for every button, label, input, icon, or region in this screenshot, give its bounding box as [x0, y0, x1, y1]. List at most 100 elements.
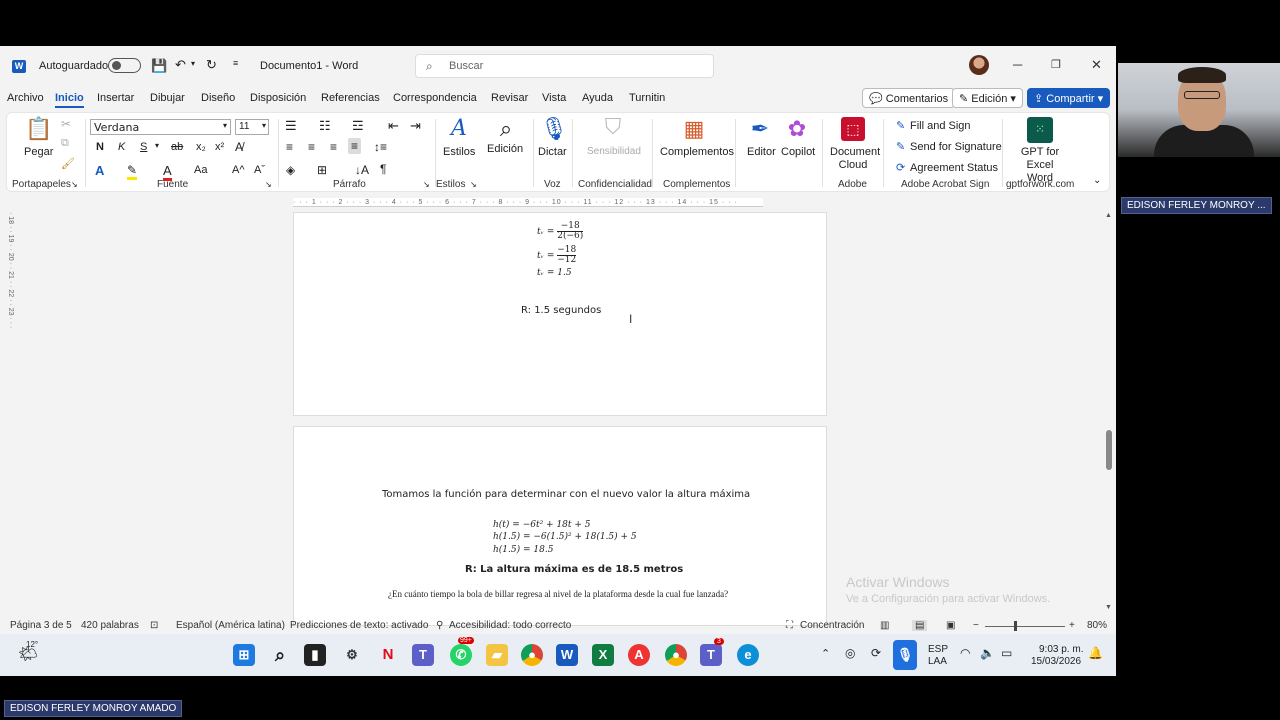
- bold-icon[interactable]: N: [96, 141, 104, 153]
- proofing-icon[interactable]: ⊡: [150, 620, 158, 631]
- text-predictions-status[interactable]: Predicciones de texto: activado: [290, 620, 428, 631]
- line-spacing-icon[interactable]: ↕≡: [374, 140, 387, 154]
- undo-dropdown-icon[interactable]: ▾: [191, 59, 195, 68]
- tab-vista[interactable]: Vista: [542, 92, 566, 104]
- tab-dibujar[interactable]: Dibujar: [150, 92, 185, 104]
- search-box[interactable]: ⌕ Buscar: [415, 54, 714, 78]
- zoom-out-icon[interactable]: −: [973, 620, 979, 631]
- editing-mode-button[interactable]: ✎ Edición ▾: [952, 88, 1023, 108]
- close-icon[interactable]: ✕: [1091, 57, 1102, 73]
- file-explorer-icon[interactable]: ▰: [486, 644, 508, 666]
- send-signature-button[interactable]: Send for Signature: [910, 141, 1002, 153]
- borders-icon[interactable]: ⊞: [317, 163, 327, 177]
- autosave-toggle[interactable]: [108, 58, 141, 73]
- sort-icon[interactable]: ↓A: [355, 163, 369, 177]
- styles-icon[interactable]: A: [444, 117, 474, 141]
- zoom-level[interactable]: 80%: [1087, 620, 1107, 631]
- edge-icon[interactable]: e: [737, 644, 759, 666]
- cut-icon[interactable]: ✂: [61, 117, 71, 131]
- font-launcher-icon[interactable]: ↘: [265, 180, 272, 189]
- settings-icon[interactable]: ⚙: [341, 644, 363, 666]
- tab-turnitin[interactable]: Turnitin: [629, 92, 665, 104]
- justify-icon[interactable]: ≡: [348, 138, 362, 154]
- tray-app-icon[interactable]: ◎: [845, 646, 855, 660]
- microphone-tray-icon[interactable]: 🎙: [893, 640, 917, 670]
- paste-icon[interactable]: 📋: [25, 117, 52, 141]
- chrome-icon[interactable]: ●: [521, 644, 543, 666]
- bullets-icon[interactable]: ☰: [285, 118, 297, 134]
- start-icon[interactable]: ⊞: [233, 644, 255, 666]
- taskbar-search-icon[interactable]: ⌕: [269, 644, 291, 666]
- print-layout-icon[interactable]: ▤: [912, 620, 928, 631]
- underline-dropdown-icon[interactable]: ▾: [155, 141, 159, 150]
- clear-formatting-icon[interactable]: A̸: [235, 140, 243, 154]
- tray-overflow-icon[interactable]: ⌃: [821, 647, 830, 660]
- gpt-icon[interactable]: ⁙: [1027, 117, 1053, 143]
- scrollbar-thumb[interactable]: [1106, 430, 1112, 470]
- grow-font-icon[interactable]: A^: [232, 164, 245, 176]
- tab-correspondencia[interactable]: Correspondencia: [393, 92, 477, 104]
- multilevel-list-icon[interactable]: ☲: [352, 118, 364, 134]
- battery-icon[interactable]: ▭: [1001, 646, 1012, 660]
- wifi-icon[interactable]: ◠: [960, 646, 970, 660]
- language-status[interactable]: Español (América latina): [176, 620, 285, 631]
- chrome-profile-icon[interactable]: ●: [665, 644, 687, 666]
- microphone-icon[interactable]: 🎙: [540, 117, 568, 141]
- underline-icon[interactable]: S: [140, 141, 147, 153]
- accessibility-status[interactable]: Accesibilidad: todo correcto: [449, 620, 571, 631]
- copy-icon[interactable]: ⧉: [61, 137, 69, 150]
- paragraph-launcher-icon[interactable]: ↘: [423, 180, 430, 189]
- zoom-in-icon[interactable]: +: [1069, 620, 1075, 631]
- input-language-line1[interactable]: ESP: [928, 644, 948, 655]
- paste-button-label[interactable]: Pegar: [24, 146, 53, 158]
- tab-ayuda[interactable]: Ayuda: [582, 92, 613, 104]
- clock-time[interactable]: 9:03 p. m.: [1039, 644, 1083, 655]
- excel-icon[interactable]: X: [592, 644, 614, 666]
- text-effects-icon[interactable]: A: [95, 163, 104, 178]
- align-right-icon[interactable]: ≡: [330, 140, 337, 154]
- tab-disposicion[interactable]: Disposición: [250, 92, 306, 104]
- clock-date[interactable]: 15/03/2026: [1031, 656, 1081, 667]
- minimize-icon[interactable]: ─: [1013, 57, 1022, 72]
- save-icon[interactable]: 💾: [151, 58, 167, 74]
- editor-button-label[interactable]: Editor: [747, 146, 776, 158]
- input-language-line2[interactable]: LAA: [928, 656, 947, 667]
- read-mode-icon[interactable]: ▥: [880, 620, 889, 631]
- align-left-icon[interactable]: ≡: [286, 140, 293, 154]
- tab-revisar[interactable]: Revisar: [491, 92, 528, 104]
- scroll-down-icon[interactable]: ▼: [1105, 604, 1112, 611]
- whatsapp-icon[interactable]: ✆: [450, 644, 472, 666]
- teams-icon[interactable]: T: [412, 644, 434, 666]
- word-count[interactable]: 420 palabras: [81, 620, 139, 631]
- document-cloud-label[interactable]: Document Cloud: [830, 146, 880, 172]
- subscript-icon[interactable]: x₂: [196, 141, 206, 153]
- customize-qat-icon[interactable]: ≡: [233, 58, 238, 68]
- font-name-select[interactable]: Verdana ▾: [90, 119, 231, 135]
- tab-archivo[interactable]: Archivo: [7, 92, 44, 104]
- font-size-select[interactable]: 11 ▾: [235, 119, 269, 135]
- horizontal-ruler[interactable]: · · · 1 · · · 2 · · · 3 · · · 4 · · · 5 …: [0, 198, 1116, 208]
- undo-icon[interactable]: ↶: [175, 57, 186, 73]
- agreement-status-button[interactable]: Agreement Status: [910, 162, 998, 174]
- page-count[interactable]: Página 3 de 5: [10, 620, 72, 631]
- adobe-pdf-icon[interactable]: ⬚: [841, 117, 865, 141]
- decrease-indent-icon[interactable]: ⇤: [388, 118, 399, 134]
- tray-sync-icon[interactable]: ⟳: [871, 646, 881, 660]
- teams-work-icon[interactable]: T: [700, 644, 722, 666]
- addins-icon[interactable]: ▦: [682, 117, 706, 141]
- find-icon[interactable]: ⌕: [492, 117, 520, 141]
- vertical-scrollbar[interactable]: [1105, 214, 1113, 614]
- styles-launcher-icon[interactable]: ↘: [470, 180, 477, 189]
- share-button[interactable]: ⇪ Compartir ▾: [1027, 88, 1111, 108]
- highlight-icon[interactable]: ✎: [127, 163, 138, 180]
- change-case-icon[interactable]: Aa: [194, 164, 207, 176]
- redo-icon[interactable]: ↻: [206, 57, 217, 73]
- superscript-icon[interactable]: x²: [215, 141, 224, 153]
- numbering-icon[interactable]: ☷: [319, 118, 331, 134]
- align-center-icon[interactable]: ≡: [308, 140, 315, 154]
- tab-referencias[interactable]: Referencias: [321, 92, 380, 104]
- user-avatar[interactable]: [969, 55, 989, 75]
- dictate-button-label[interactable]: Dictar: [538, 146, 567, 158]
- volume-icon[interactable]: 🔈: [980, 646, 995, 660]
- styles-button-label[interactable]: Estilos: [443, 146, 475, 158]
